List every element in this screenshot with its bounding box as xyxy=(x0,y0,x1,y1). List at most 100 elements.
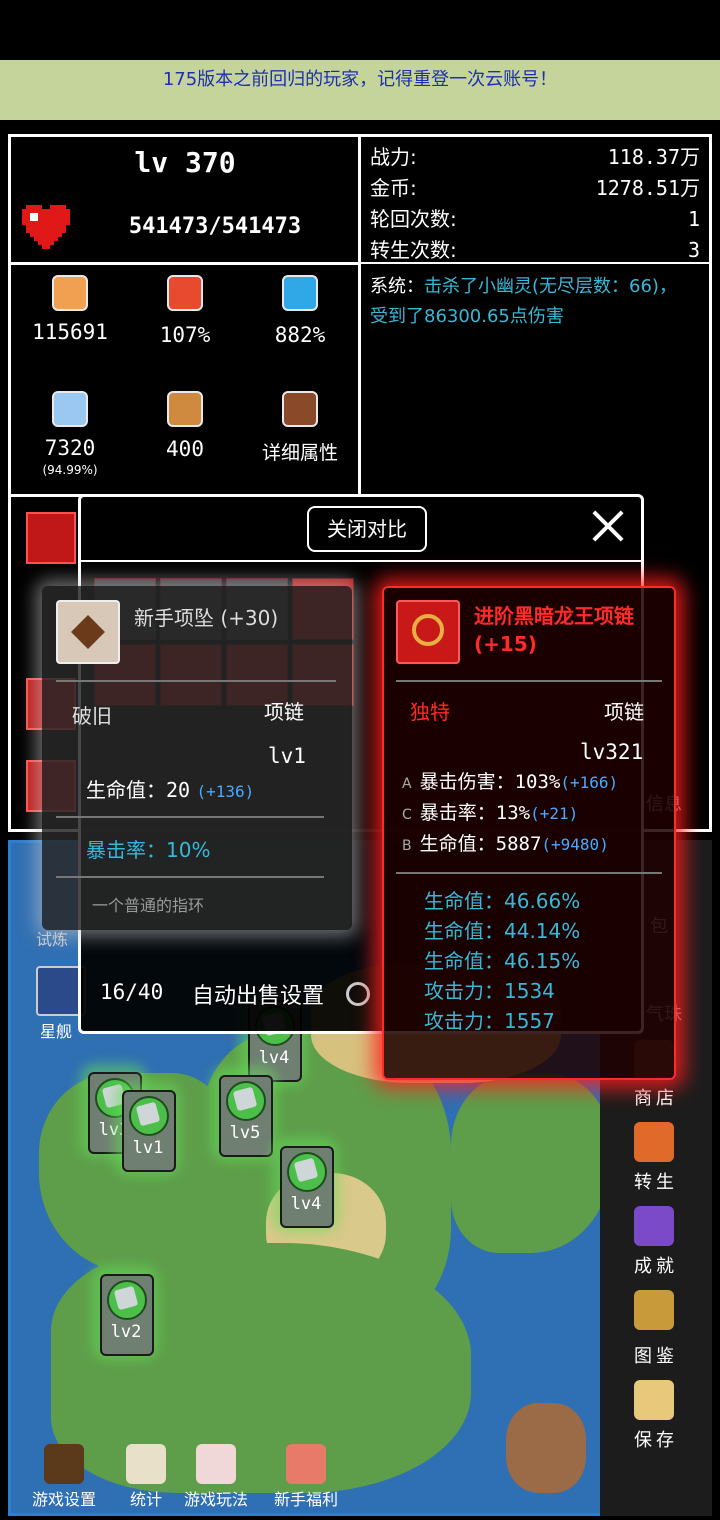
defense-percent: (94.99%) xyxy=(42,463,98,477)
auto-sell-settings[interactable]: 自动出售设置 xyxy=(192,978,324,1010)
map-node[interactable]: lv5 xyxy=(211,1067,277,1161)
notice-banner: 175版本之前回归的玩家，记得重登一次云账号！ xyxy=(0,60,720,120)
old-item-sub-stat: 暴击率：10% xyxy=(86,838,211,862)
new-item-name: 进阶黑暗龙王项链 (+15) xyxy=(474,602,664,658)
new-item-type: 项链 xyxy=(604,700,644,724)
system-log: 系统：击杀了小幽灵(无尽层数：66)，受到了86300.65点伤害 xyxy=(370,272,690,332)
reincarnation-label: 轮回次数: xyxy=(370,207,457,231)
stat-value: 13% xyxy=(495,802,531,824)
reincarnation-row: 轮回次数: 1 xyxy=(370,204,700,235)
rebirth-icon[interactable] xyxy=(634,1122,674,1162)
old-item-level: lv1 xyxy=(268,744,306,768)
system-prefix: 系统： xyxy=(370,276,424,297)
crit-damage-fist-icon xyxy=(282,275,318,311)
heart-icon xyxy=(22,205,70,249)
stats-scroll-icon[interactable] xyxy=(126,1444,166,1484)
stat-grade: C xyxy=(402,807,412,823)
crit-fist-icon xyxy=(167,275,203,311)
stat-grade: A xyxy=(402,776,412,792)
power-value: 118.37万 xyxy=(607,145,700,169)
necklace-icon xyxy=(396,600,460,664)
shop-button[interactable]: 商店 xyxy=(600,1084,712,1110)
save-scroll-icon[interactable] xyxy=(634,1380,674,1420)
gift-icon[interactable] xyxy=(286,1444,326,1484)
new-item-quality: 独特 xyxy=(410,700,450,724)
achievement-button[interactable]: 成就 xyxy=(600,1252,712,1278)
old-item-main-stat: 生命值：20 (+136) xyxy=(86,774,254,803)
rebirth-button[interactable]: 转生 xyxy=(600,1168,712,1194)
panel-divider xyxy=(358,137,361,497)
crit-damage-value: 882% xyxy=(274,323,326,347)
totem-icon xyxy=(167,391,203,427)
starship-label[interactable]: 星舰 xyxy=(40,1018,72,1042)
gold-label: 金币: xyxy=(370,176,417,200)
stat-grade: B xyxy=(402,838,412,854)
old-item-name-text: 新手项坠 xyxy=(134,606,214,630)
detail-attributes-link[interactable]: 详细属性 xyxy=(250,438,350,465)
achievement-icon[interactable] xyxy=(634,1206,674,1246)
dialog-divider xyxy=(80,560,642,562)
codex-button[interactable]: 图鉴 xyxy=(600,1342,712,1368)
shield-icon xyxy=(52,391,88,427)
volcano xyxy=(506,1403,586,1493)
stat-value: 103% xyxy=(514,771,561,793)
save-button[interactable]: 保存 xyxy=(600,1426,712,1452)
extra-stat: 攻击力：1557 xyxy=(424,1009,555,1033)
old-item-quality: 破旧 xyxy=(72,704,112,728)
codex-icon[interactable] xyxy=(634,1290,674,1330)
old-item-name: 新手项坠 (+30) xyxy=(134,602,278,631)
old-item-description: 一个普通的指环 xyxy=(92,896,205,915)
gameplay-button[interactable]: 游戏玩法 xyxy=(166,1486,266,1510)
new-item-level: lv321 xyxy=(580,740,644,764)
old-item-plus: (+30) xyxy=(220,606,279,630)
extra-stat: 攻击力：1534 xyxy=(424,979,555,1003)
player-level: lv 370 xyxy=(134,146,236,179)
island xyxy=(451,1073,611,1253)
defense-value: 7320 xyxy=(44,436,96,460)
divider xyxy=(56,816,324,818)
main-stat-row: B 生命值：5887(+9480) xyxy=(402,830,672,861)
panel-divider xyxy=(11,262,358,265)
stat-diff: (+9480) xyxy=(541,835,609,854)
map-node[interactable]: lv1 xyxy=(114,1082,180,1176)
equip-slot-weapon[interactable] xyxy=(26,512,76,564)
old-item-type: 项链 xyxy=(264,700,304,724)
sword-icon xyxy=(52,275,88,311)
divider xyxy=(396,680,662,682)
calendar-heart-icon[interactable] xyxy=(196,1444,236,1484)
main-stat-row: C 暴击率：13%(+21) xyxy=(402,799,672,830)
book-icon[interactable] xyxy=(282,391,318,427)
inventory-capacity: 16/40 xyxy=(100,980,164,1004)
divider xyxy=(56,876,324,878)
rebirth-label: 转生次数: xyxy=(370,238,457,262)
stat-diff: (+136) xyxy=(196,782,255,801)
newbie-welfare-button[interactable]: 新手福利 xyxy=(256,1486,356,1510)
stat-value: 20 xyxy=(166,778,191,802)
rebirth-row: 转生次数: 3 xyxy=(370,235,700,266)
crit-rate-value: 107% xyxy=(159,323,211,347)
gold-value: 1278.51万 xyxy=(595,176,700,200)
settings-chest-icon[interactable] xyxy=(44,1444,84,1484)
gear-icon[interactable] xyxy=(346,982,370,1006)
gold-row: 金币: 1278.51万 xyxy=(370,173,700,204)
stat-label: 暴击伤害： xyxy=(419,771,515,793)
extra-stat: 生命值：46.15% xyxy=(424,949,581,973)
stat-diff: (+21) xyxy=(530,804,579,823)
summary-list: 战力: 118.37万 金币: 1278.51万 轮回次数: 1 转生次数: 3 xyxy=(370,142,700,266)
stat-label: 暴击率： xyxy=(419,802,496,824)
extra-stat: 生命值：44.14% xyxy=(424,919,581,943)
power-label: 战力: xyxy=(370,145,417,169)
map-node[interactable]: lv2 xyxy=(92,1266,158,1360)
divider xyxy=(56,680,336,682)
stat-diff: (+166) xyxy=(560,773,619,792)
stat-label: 生命值： xyxy=(419,833,496,855)
stat-value: 5887 xyxy=(495,833,542,855)
pendant-icon xyxy=(56,600,120,664)
new-item-main-stats: A 暴击伤害：103%(+166) C 暴击率：13%(+21) B 生命值：5887… xyxy=(402,768,672,861)
power-row: 战力: 118.37万 xyxy=(370,142,700,173)
close-compare-button[interactable]: 关闭对比 xyxy=(307,506,427,552)
extra-stat: 生命值：46.66% xyxy=(424,889,581,913)
main-stat-row: A 暴击伤害：103%(+166) xyxy=(402,768,672,799)
close-icon[interactable] xyxy=(588,506,628,546)
map-node[interactable]: lv4 xyxy=(272,1138,338,1232)
